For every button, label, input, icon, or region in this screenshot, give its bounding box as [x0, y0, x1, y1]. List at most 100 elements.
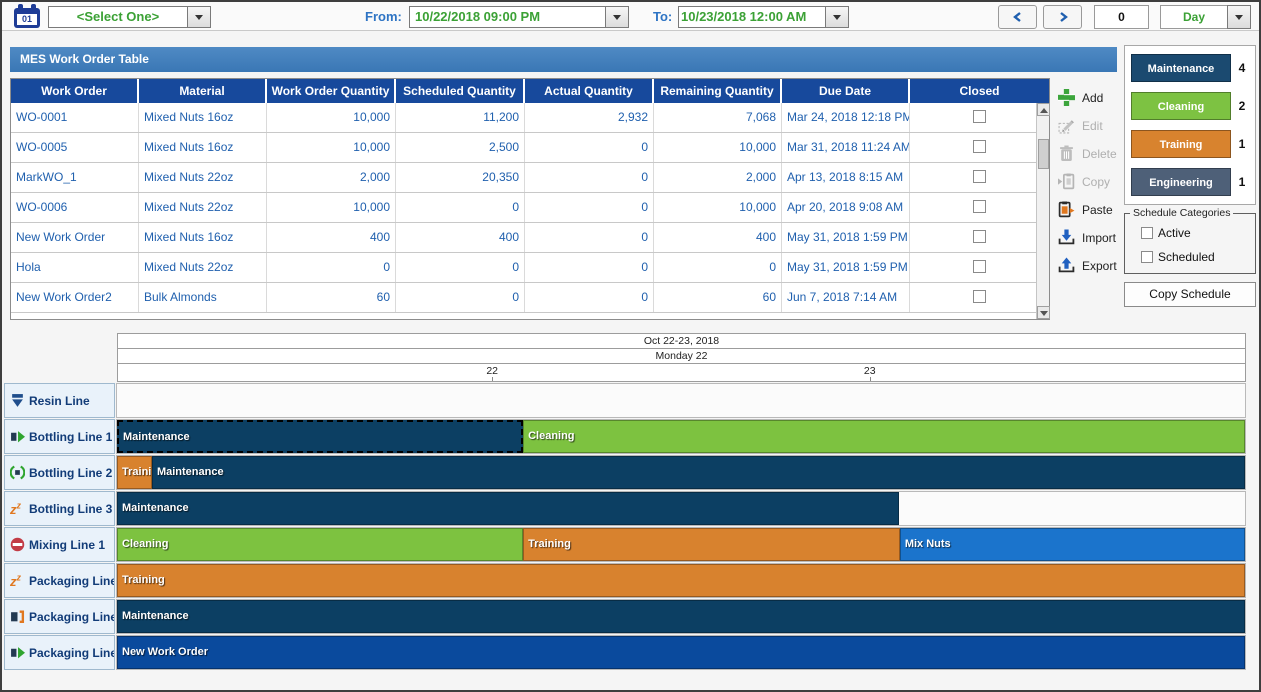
cell-closed — [910, 133, 1049, 162]
delete-button: Delete — [1058, 142, 1117, 166]
triangle-down-icon — [1040, 311, 1048, 316]
export-icon — [1058, 257, 1076, 275]
range-dropdown-button[interactable] — [1227, 5, 1251, 29]
cell-closed — [910, 253, 1049, 282]
checkbox-row-active[interactable]: Active — [1141, 226, 1191, 240]
column-header-work-order[interactable]: Work Order — [11, 79, 139, 103]
closed-checkbox[interactable] — [973, 260, 986, 273]
cell-work_order: Hola — [11, 253, 139, 282]
gantt-bar-training[interactable]: Training — [117, 564, 1245, 597]
gantt-bar-new-work-order[interactable]: New Work Order — [117, 636, 1245, 669]
offset-input[interactable]: 0 — [1094, 5, 1149, 29]
cell-due_date: Mar 24, 2018 12:18 PM — [782, 103, 910, 132]
table-row[interactable]: MarkWO_1Mixed Nuts 22oz2,00020,35002,000… — [11, 163, 1049, 193]
cell-actual_qty: 0 — [525, 283, 654, 312]
closed-checkbox[interactable] — [973, 170, 986, 183]
cell-due_date: May 31, 2018 1:59 PM — [782, 223, 910, 252]
closed-checkbox[interactable] — [973, 230, 986, 243]
column-header-scheduled-quantity[interactable]: Scheduled Quantity — [396, 79, 525, 103]
to-date-input[interactable]: 10/23/2018 12:00 AM — [678, 6, 826, 28]
cell-work_order_qty: 60 — [267, 283, 396, 312]
row-label-text: Bottling Line 3 — [29, 502, 112, 516]
column-header-remaining-quantity[interactable]: Remaining Quantity — [654, 79, 782, 103]
gantt-bar-training[interactable]: Training — [117, 456, 152, 489]
gantt-bar-cleaning[interactable]: Cleaning — [117, 528, 523, 561]
category-button-engineering[interactable]: Engineering — [1131, 168, 1231, 196]
paste-button[interactable]: Paste — [1058, 198, 1113, 222]
scheduled-checkbox[interactable] — [1141, 251, 1153, 263]
column-header-work-order-quantity[interactable]: Work Order Quantity — [267, 79, 396, 103]
import-button[interactable]: Import — [1058, 226, 1116, 250]
closed-checkbox[interactable] — [973, 290, 986, 303]
column-header-due-date[interactable]: Due Date — [782, 79, 910, 103]
range-select[interactable]: Day — [1160, 5, 1228, 29]
export-button[interactable]: Export — [1058, 254, 1117, 278]
checkbox-row-scheduled[interactable]: Scheduled — [1141, 250, 1215, 264]
row-label-text: Resin Line — [29, 394, 90, 408]
table-row[interactable]: WO-0006Mixed Nuts 22oz10,0000010,000Apr … — [11, 193, 1049, 223]
table-row[interactable]: WO-0005Mixed Nuts 16oz10,0002,500010,000… — [11, 133, 1049, 163]
scroll-up-button[interactable] — [1037, 103, 1050, 116]
scrollbar-thumb[interactable] — [1038, 139, 1049, 169]
standby-icon — [10, 465, 25, 480]
from-date-dropdown-button[interactable] — [605, 6, 629, 28]
cell-scheduled_qty: 2,500 — [396, 133, 525, 162]
cell-work_order: New Work Order2 — [11, 283, 139, 312]
cell-work_order_qty: 10,000 — [267, 133, 396, 162]
to-date-dropdown-button[interactable] — [825, 6, 849, 28]
gantt-bar-maintenance[interactable]: Maintenance — [117, 420, 523, 453]
gantt-timeline-row: New Work Order — [116, 635, 1246, 670]
table-row[interactable]: New Work OrderMixed Nuts 16oz4004000400M… — [11, 223, 1049, 253]
gantt-timeline-row: Maintenance — [116, 599, 1246, 634]
add-button[interactable]: Add — [1058, 86, 1103, 110]
row-label-text: Bottling Line 2 — [29, 466, 112, 480]
scroll-down-button[interactable] — [1037, 306, 1050, 319]
gantt-bar-cleaning[interactable]: Cleaning — [523, 420, 1245, 453]
gantt-bar-mix-nuts[interactable]: Mix Nuts — [900, 528, 1245, 561]
table-row[interactable]: HolaMixed Nuts 22oz0000May 31, 2018 1:59… — [11, 253, 1049, 283]
copy-schedule-button[interactable]: Copy Schedule — [1124, 282, 1256, 307]
gantt-bar-maintenance[interactable]: Maintenance — [152, 456, 1245, 489]
category-button-maintenance[interactable]: Maintenance — [1131, 54, 1231, 82]
category-count: 1 — [1235, 168, 1249, 196]
cell-work_order_qty: 0 — [267, 253, 396, 282]
copy-button: Copy — [1058, 170, 1110, 194]
prev-button[interactable] — [998, 5, 1037, 29]
cell-due_date: Apr 13, 2018 8:15 AM — [782, 163, 910, 192]
schedule-select-dropdown-button[interactable] — [187, 6, 211, 28]
column-header-material[interactable]: Material — [139, 79, 267, 103]
closed-checkbox[interactable] — [973, 110, 986, 123]
page-title: MES Work Order Table — [10, 47, 1117, 72]
row-label-text: Packaging Line 2 — [29, 610, 115, 624]
column-header-closed[interactable]: Closed — [910, 79, 1049, 103]
paused-icon — [10, 609, 25, 624]
closed-checkbox[interactable] — [973, 140, 986, 153]
chevron-left-icon — [1011, 10, 1025, 24]
from-date-input[interactable]: 10/22/2018 09:00 PM — [409, 6, 606, 28]
calendar-icon[interactable]: 01 — [14, 4, 40, 28]
category-row: Training1 — [1131, 130, 1249, 158]
table-row[interactable]: WO-0001Mixed Nuts 16oz10,00011,2002,9327… — [11, 103, 1049, 133]
schedule-select[interactable]: <Select One> — [48, 6, 188, 28]
gantt-range-header: Oct 22-23, 2018 — [117, 333, 1246, 349]
gantt-bar-maintenance[interactable]: Maintenance — [117, 492, 899, 525]
cell-material: Mixed Nuts 16oz — [139, 103, 267, 132]
gantt-bar-maintenance[interactable]: Maintenance — [117, 600, 1245, 633]
table-vertical-scrollbar[interactable] — [1036, 103, 1049, 319]
category-button-training[interactable]: Training — [1131, 130, 1231, 158]
column-header-actual-quantity[interactable]: Actual Quantity — [525, 79, 654, 103]
action-label: Import — [1082, 231, 1116, 245]
table-row[interactable]: New Work Order2Bulk Almonds600060Jun 7, … — [11, 283, 1049, 313]
cell-work_order: WO-0006 — [11, 193, 139, 222]
active-checkbox[interactable] — [1141, 227, 1153, 239]
running-icon — [10, 645, 25, 660]
gantt-timeline-row: MaintenanceCleaning — [116, 419, 1246, 454]
import-icon — [1058, 229, 1076, 247]
edit-button: Edit — [1058, 114, 1103, 138]
gantt-bar-training[interactable]: Training — [523, 528, 900, 561]
gantt-timeline-row: Training — [116, 563, 1246, 598]
chevron-down-icon — [195, 15, 203, 20]
closed-checkbox[interactable] — [973, 200, 986, 213]
category-button-cleaning[interactable]: Cleaning — [1131, 92, 1231, 120]
next-button[interactable] — [1043, 5, 1082, 29]
